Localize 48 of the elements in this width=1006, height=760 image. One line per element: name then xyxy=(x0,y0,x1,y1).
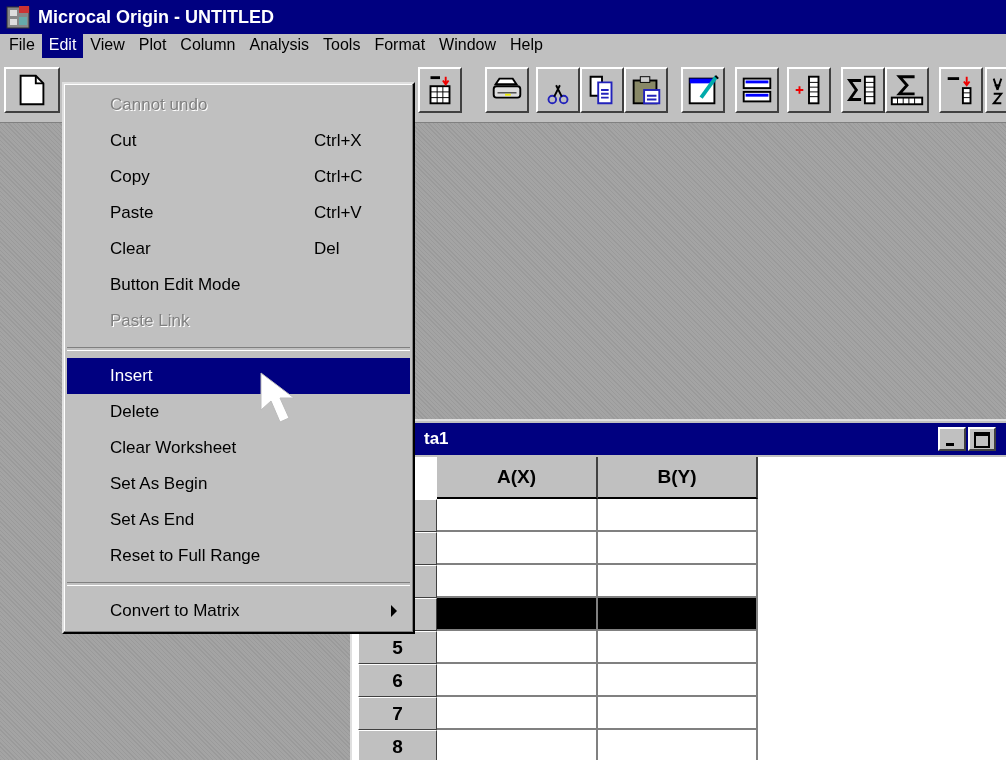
row-header[interactable]: 8 xyxy=(358,730,437,760)
menu-entry[interactable]: Copy Ctrl+C xyxy=(67,159,410,195)
minimize-button[interactable] xyxy=(938,427,966,451)
row-header[interactable]: 5 xyxy=(358,631,437,664)
menu-entry[interactable]: Button Edit Mode xyxy=(67,267,410,303)
minimize-icon xyxy=(946,443,954,446)
row-header[interactable]: 7 xyxy=(358,697,437,730)
menu-item[interactable]: Edit xyxy=(41,34,84,58)
menu-entry[interactable]: Insert xyxy=(67,358,410,394)
app-icon xyxy=(6,4,32,30)
menu-entry[interactable]: Set As End xyxy=(67,502,410,538)
column-header[interactable]: B(Y) xyxy=(598,457,758,499)
menu-item[interactable]: Column xyxy=(173,34,243,58)
toolbar-button[interactable] xyxy=(418,67,462,113)
toolbar-button[interactable] xyxy=(787,67,831,113)
menu-entry[interactable]: Reset to Full Range xyxy=(67,538,410,574)
menu-entry[interactable]: Set As Begin xyxy=(67,466,410,502)
menu-item[interactable]: Tools xyxy=(316,34,368,58)
submenu-arrow-icon xyxy=(390,605,398,617)
toolbar-button[interactable] xyxy=(624,67,668,113)
toolbar-button[interactable] xyxy=(735,67,779,113)
menu-entry[interactable]: Clear Worksheet xyxy=(67,430,410,466)
toolbar-button[interactable] xyxy=(841,67,885,113)
menu-item[interactable]: View xyxy=(83,34,132,58)
worksheet-title: ta1 xyxy=(424,429,449,449)
row-header[interactable]: 6 xyxy=(358,664,437,697)
toolbar-button[interactable] xyxy=(4,67,60,113)
menu-item[interactable]: Plot xyxy=(131,34,174,58)
maximize-icon xyxy=(972,431,992,449)
toolbar-button[interactable] xyxy=(939,67,983,113)
toolbar-button[interactable] xyxy=(885,67,929,113)
menu-item[interactable]: Help xyxy=(503,34,550,58)
menu-item[interactable]: Analysis xyxy=(242,34,317,58)
toolbar-button[interactable] xyxy=(485,67,529,113)
menu-entry[interactable]: Delete xyxy=(67,394,410,430)
menu-entry[interactable]: Paste Ctrl+V xyxy=(67,195,410,231)
column-header[interactable]: A(X) xyxy=(437,457,598,499)
toolbar-button[interactable] xyxy=(681,67,725,113)
menu-entry[interactable]: Convert to Matrix xyxy=(67,593,410,629)
menu-entry[interactable]: Clear Del xyxy=(67,231,410,267)
toolbar-button[interactable] xyxy=(536,67,580,113)
menu-entry[interactable]: Cut Ctrl+X xyxy=(67,123,410,159)
maximize-button[interactable] xyxy=(968,427,996,451)
toolbar-button[interactable] xyxy=(580,67,624,113)
menu-item[interactable]: File xyxy=(2,34,42,58)
window-title: Microcal Origin - UNTITLED xyxy=(38,6,274,28)
menu-item[interactable]: Window xyxy=(432,34,503,58)
menu-item[interactable]: Format xyxy=(367,34,433,58)
